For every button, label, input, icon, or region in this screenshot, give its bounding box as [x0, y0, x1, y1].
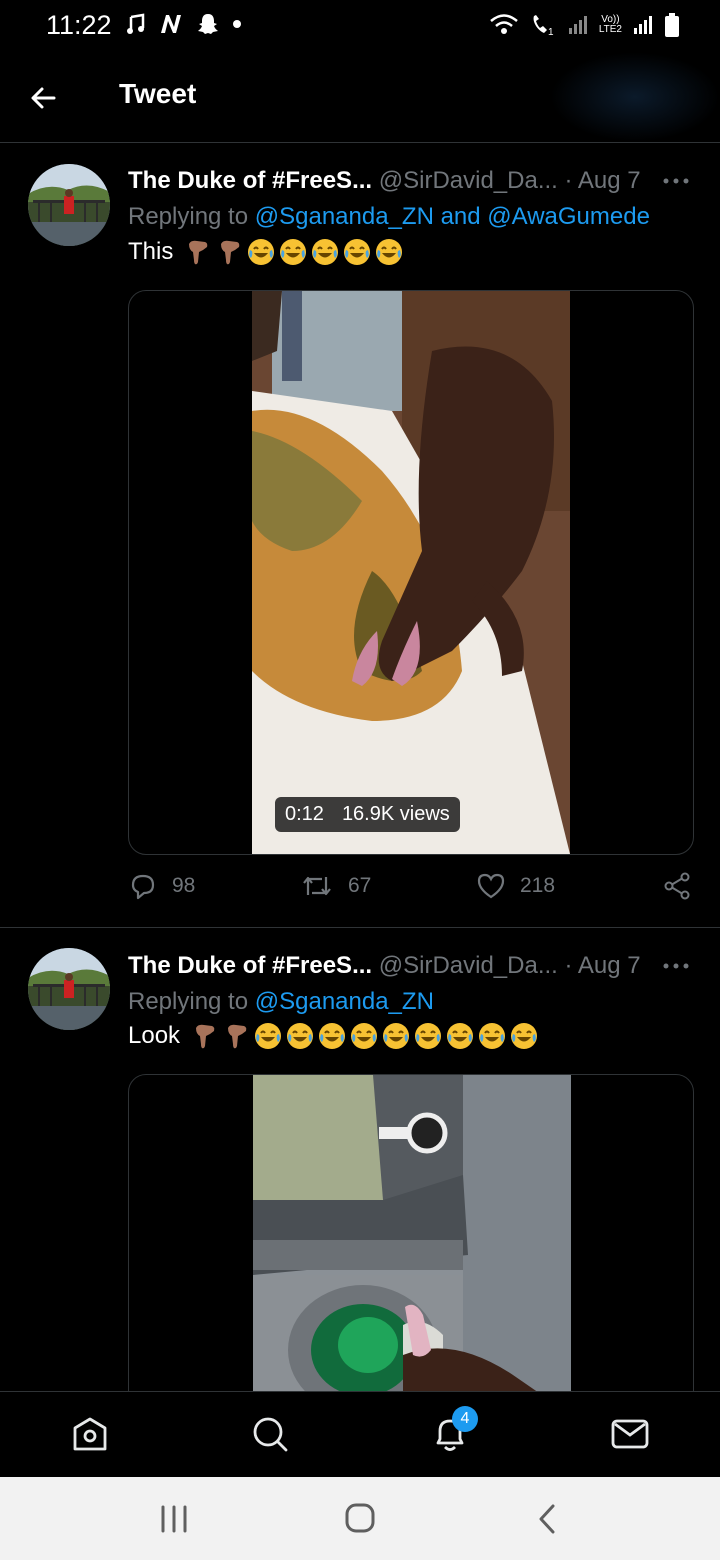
system-nav-bar	[0, 1477, 720, 1560]
music-note-icon	[127, 13, 145, 34]
video-duration: 0:12	[285, 803, 324, 825]
heart-icon	[477, 873, 505, 899]
retweet-button[interactable]: 67	[300, 871, 371, 901]
status-right-icons: 1 Vo)) LTE2	[489, 12, 680, 38]
retweet-icon	[303, 876, 331, 896]
share-button[interactable]	[662, 871, 692, 901]
n-app-icon	[161, 15, 181, 33]
joy-icon	[351, 1023, 378, 1049]
retweet-count: 67	[348, 874, 372, 897]
joy-icon	[280, 239, 307, 265]
tweet-header-line: The Duke of #FreeS... @SirDavid_Da... · …	[128, 167, 692, 195]
like-button[interactable]: 218	[476, 871, 555, 901]
more-options-icon[interactable]	[662, 171, 690, 191]
svg-text:1: 1	[548, 27, 554, 37]
joy-icon	[312, 239, 339, 265]
tweet-text: Look	[128, 1022, 538, 1050]
tweet-actions: 98 67 218	[128, 871, 692, 911]
video-views: 16.9K views	[341, 803, 450, 825]
replying-to-label: Replying to	[128, 203, 249, 230]
replying-to: Replying to @Sgananda_ZN and @AwaGumede	[128, 203, 650, 231]
tweet-header-line: The Duke of #FreeS... @SirDavid_Da... · …	[128, 952, 692, 980]
joy-icon	[415, 1023, 442, 1049]
reply-mentions[interactable]: @Sgananda_ZN and @AwaGumede	[255, 203, 650, 230]
author-name[interactable]: The Duke of #FreeS...	[128, 167, 372, 194]
joy-icon	[479, 1023, 506, 1049]
tweet-text-content: Look	[128, 1022, 181, 1049]
signal-icon	[568, 16, 587, 34]
signal-icon	[634, 16, 652, 34]
video-thumbnail	[253, 1075, 571, 1398]
tweet-header: Tweet	[0, 52, 720, 143]
arrow-left-icon[interactable]	[26, 80, 62, 116]
replying-to-label: Replying to	[128, 988, 249, 1015]
joy-icon	[319, 1023, 346, 1049]
reply-count: 98	[172, 874, 196, 897]
point-down-icon	[196, 1024, 215, 1049]
joy-icon	[287, 1023, 314, 1049]
snapchat-icon	[198, 14, 218, 34]
video-thumbnail	[252, 291, 570, 854]
search-icon[interactable]	[250, 1414, 290, 1454]
point-down-icon	[221, 240, 240, 265]
video-player[interactable]: 0:12 16.9K views	[128, 290, 694, 855]
bottom-nav: 4	[0, 1391, 720, 1478]
avatar[interactable]	[28, 164, 110, 246]
joy-icon	[248, 239, 275, 265]
author-name[interactable]: The Duke of #FreeS...	[128, 952, 372, 979]
point-down-icon	[228, 1024, 247, 1049]
messages-icon[interactable]	[610, 1414, 650, 1454]
recents-icon[interactable]	[154, 1501, 194, 1537]
reply-button[interactable]: 98	[128, 871, 195, 901]
volte-icon: Vo)) LTE2	[599, 15, 622, 35]
video-frame[interactable]	[253, 1075, 571, 1398]
header-glow	[550, 52, 720, 142]
reply-icon	[131, 874, 155, 900]
joy-icon	[376, 239, 403, 265]
lte-label: LTE2	[598, 24, 622, 35]
status-left-icons	[126, 12, 242, 36]
more-options-icon[interactable]	[662, 956, 690, 976]
tweet[interactable]: The Duke of #FreeS... @SirDavid_Da... · …	[0, 928, 720, 1398]
dot-icon	[233, 20, 241, 28]
point-down-icon	[189, 240, 208, 265]
back-chevron-icon[interactable]	[528, 1501, 568, 1537]
video-player[interactable]	[128, 1074, 694, 1398]
tweet-date[interactable]: · Aug 7	[565, 167, 641, 194]
reply-mentions[interactable]: @Sgananda_ZN	[255, 988, 434, 1015]
notification-count-badge: 4	[452, 1406, 478, 1432]
joy-icon	[344, 239, 371, 265]
tweet-date[interactable]: · Aug 7	[565, 952, 641, 979]
wifi-icon	[490, 14, 518, 34]
video-stats-badge: 0:12 16.9K views	[275, 797, 460, 832]
joy-icon	[255, 1023, 282, 1049]
home-circle-icon[interactable]	[340, 1501, 380, 1537]
joy-icon	[383, 1023, 410, 1049]
tweet[interactable]: The Duke of #FreeS... @SirDavid_Da... · …	[0, 143, 720, 928]
tweet-text-content: This	[128, 238, 174, 265]
wifi-calling-icon: 1	[533, 15, 554, 37]
joy-icon	[511, 1023, 538, 1049]
video-frame[interactable]	[252, 291, 570, 854]
like-count: 218	[520, 874, 556, 897]
status-time: 11:22	[46, 10, 112, 40]
home-icon[interactable]	[70, 1414, 110, 1454]
joy-icon	[447, 1023, 474, 1049]
status-bar: 11:22 1 Vo)) LTE2	[0, 0, 720, 52]
battery-icon	[665, 13, 679, 37]
avatar[interactable]	[28, 948, 110, 1030]
author-handle[interactable]: @SirDavid_Da...	[379, 167, 558, 194]
tweet-text: This	[128, 238, 403, 266]
author-handle[interactable]: @SirDavid_Da...	[379, 952, 558, 979]
share-icon	[664, 872, 690, 900]
replying-to: Replying to @Sgananda_ZN	[128, 988, 434, 1016]
page-title: Tweet	[119, 78, 197, 109]
